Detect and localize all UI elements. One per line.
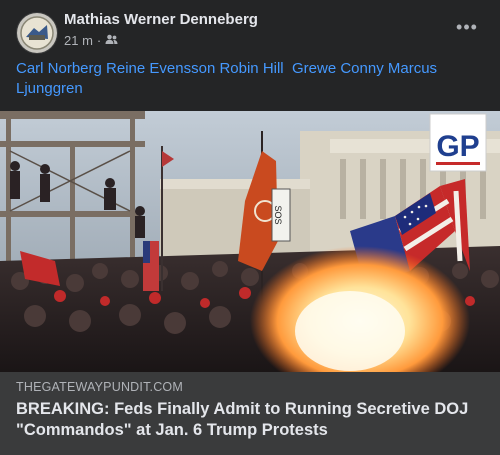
author-avatar[interactable] [16,12,58,54]
link-headline[interactable]: BREAKING: Feds Finally Admit to Running … [16,399,486,441]
post-time[interactable]: 21 m [64,33,93,48]
tagged-people: Carl Norberg Reine Evensson Robin Hill G… [16,59,486,99]
link-domain: THEGATEWAYPUNDIT.COM [16,380,183,394]
avatar-image [17,13,57,53]
gp-logo-text: GP [436,130,479,163]
tag-link[interactable]: Carl Norberg [16,60,102,77]
post-photo[interactable]: SOS GP [0,111,500,372]
tag-link[interactable]: Reine Evensson [106,60,215,77]
more-options-icon[interactable]: ••• [454,17,480,37]
author-name[interactable]: Mathias Werner Denneberg [64,11,258,28]
friends-icon[interactable] [105,33,118,48]
protest-sign-text: SOS [273,205,283,224]
post-card: Mathias Werner Denneberg 21 m · ••• Carl… [0,0,500,455]
post-meta: 21 m · [64,33,118,48]
tag-link[interactable]: Robin Hill [219,60,283,77]
link-preview[interactable]: THEGATEWAYPUNDIT.COM BREAKING: Feds Fina… [0,372,500,455]
protest-photo-image: SOS GP [0,111,500,372]
meta-separator: · [96,33,102,48]
